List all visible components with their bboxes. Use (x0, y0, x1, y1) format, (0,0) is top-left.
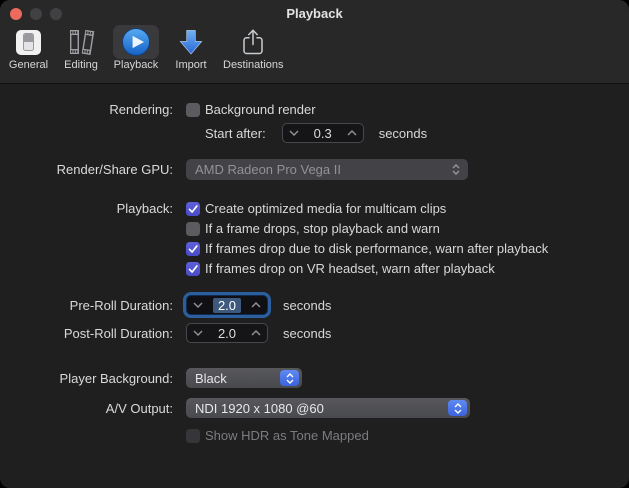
post-roll-label: Post-Roll Duration: (0, 326, 173, 341)
preferences-toolbar: General (0, 25, 629, 71)
tab-general-label: General (9, 59, 48, 71)
vr-headset-warn-label: If frames drop on VR headset, warn after… (205, 261, 495, 276)
show-hdr-checkbox (186, 429, 200, 443)
post-roll-row: Post-Roll Duration: 2.0 seconds (0, 323, 629, 343)
checkmark-icon (187, 243, 199, 255)
tab-import-label: Import (175, 59, 206, 71)
tab-destinations-label: Destinations (223, 59, 284, 71)
window-title: Playback (0, 0, 629, 22)
playback-pane: Rendering: Background render Start after… (0, 84, 629, 443)
chevron-up-icon[interactable] (347, 130, 357, 136)
chevron-up-icon[interactable] (251, 302, 261, 308)
chevron-up-icon[interactable] (251, 330, 261, 336)
popup-chevrons-icon (448, 400, 467, 416)
close-window-button[interactable] (10, 8, 22, 20)
zoom-window-button (50, 8, 62, 20)
tab-playback[interactable]: Playback (113, 25, 159, 71)
tab-editing[interactable]: Editing (58, 25, 104, 71)
tab-import[interactable]: Import (168, 25, 214, 71)
popup-chevrons-icon (446, 162, 465, 178)
post-roll-unit: seconds (283, 326, 331, 341)
chevron-down-icon[interactable] (193, 302, 203, 308)
post-roll-stepper[interactable]: 2.0 (186, 323, 268, 343)
minimize-window-button (30, 8, 42, 20)
show-hdr-label: Show HDR as Tone Mapped (205, 428, 369, 443)
start-after-unit: seconds (379, 126, 427, 141)
playback-option-row: Playback: Create optimized media for mul… (0, 201, 629, 216)
post-roll-value[interactable]: 2.0 (218, 326, 236, 341)
download-arrow-icon (176, 27, 206, 57)
checkmark-icon (187, 263, 199, 275)
tab-general[interactable]: General (8, 25, 49, 71)
gpu-popup-value: AMD Radeon Pro Vega II (195, 162, 341, 177)
general-switch-icon (16, 30, 41, 55)
pre-roll-row: Pre-Roll Duration: 2.0 seconds (0, 295, 629, 315)
tab-playback-label: Playback (114, 59, 159, 71)
av-output-label: A/V Output: (0, 401, 173, 416)
traffic-lights (10, 8, 62, 20)
background-render-label: Background render (205, 102, 316, 117)
rendering-label: Rendering: (0, 102, 173, 117)
gpu-popup: AMD Radeon Pro Vega II (186, 159, 468, 180)
play-button-icon (121, 27, 151, 57)
tab-destinations[interactable]: Destinations (223, 25, 284, 71)
pre-roll-label: Pre-Roll Duration: (0, 298, 173, 313)
start-after-label: Start after: (205, 126, 266, 141)
disk-performance-warn-checkbox[interactable] (186, 242, 200, 256)
pre-roll-value[interactable]: 2.0 (213, 298, 241, 313)
gpu-row: Render/Share GPU: AMD Radeon Pro Vega II (0, 159, 629, 180)
start-after-row: Start after: 0.3 seconds (0, 123, 629, 143)
player-background-popup[interactable]: Black (186, 368, 302, 388)
av-output-popup[interactable]: NDI 1920 x 1080 @60 (186, 398, 470, 418)
pre-roll-stepper[interactable]: 2.0 (186, 295, 268, 315)
filmstrip-icon (66, 27, 96, 57)
vr-headset-warn-checkbox[interactable] (186, 262, 200, 276)
tab-editing-label: Editing (64, 59, 98, 71)
checkmark-icon (187, 203, 199, 215)
frame-drop-stop-checkbox[interactable] (186, 222, 200, 236)
playback-label: Playback: (0, 201, 173, 216)
frame-drop-stop-label: If a frame drops, stop playback and warn (205, 221, 440, 236)
player-background-value: Black (195, 371, 227, 386)
gpu-label: Render/Share GPU: (0, 162, 173, 177)
preferences-window: Playback General (0, 0, 629, 488)
chevron-down-icon[interactable] (193, 330, 203, 336)
pre-roll-unit: seconds (283, 298, 331, 313)
show-hdr-row: Show HDR as Tone Mapped (0, 428, 629, 443)
av-output-value: NDI 1920 x 1080 @60 (195, 401, 324, 416)
background-render-checkbox[interactable] (186, 103, 200, 117)
chevron-down-icon[interactable] (289, 130, 299, 136)
window-header: Playback General (0, 0, 629, 84)
popup-chevrons-icon (280, 370, 299, 386)
player-background-row: Player Background: Black (0, 368, 629, 388)
player-background-label: Player Background: (0, 371, 173, 386)
playback-option-row: If a frame drops, stop playback and warn (0, 221, 629, 236)
start-after-stepper[interactable]: 0.3 (282, 123, 364, 143)
playback-option-row: If frames drop due to disk performance, … (0, 241, 629, 256)
rendering-row: Rendering: Background render (0, 102, 629, 117)
av-output-row: A/V Output: NDI 1920 x 1080 @60 (0, 398, 629, 418)
disk-performance-warn-label: If frames drop due to disk performance, … (205, 241, 548, 256)
playback-option-row: If frames drop on VR headset, warn after… (0, 261, 629, 276)
optimized-multicam-checkbox[interactable] (186, 202, 200, 216)
optimized-multicam-label: Create optimized media for multicam clip… (205, 201, 446, 216)
share-icon (238, 27, 268, 57)
start-after-value[interactable]: 0.3 (314, 126, 332, 141)
